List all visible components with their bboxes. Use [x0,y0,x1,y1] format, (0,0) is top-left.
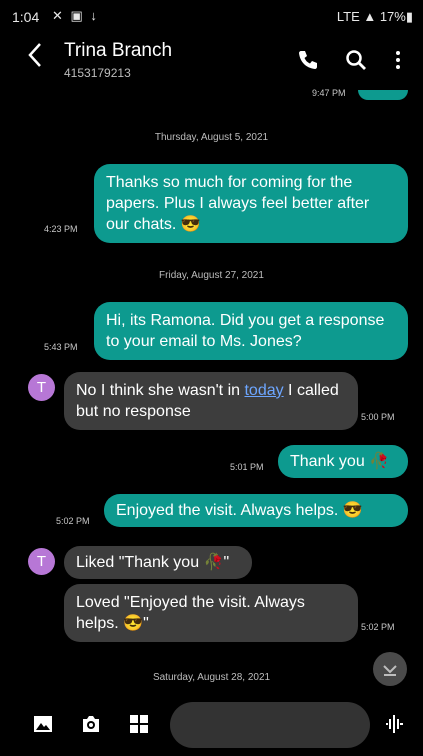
more-vertical-icon[interactable] [386,48,410,72]
search-icon[interactable] [344,48,368,72]
message-bubble-outgoing[interactable]: Hi, its Ramona. Did you get a response t… [94,302,408,360]
previous-message-bubble[interactable] [358,90,408,100]
status-bar: 1:04 ✕ ▣ ↓ LTE ▲ 17%▮ [0,0,423,32]
message-time: 5:02 PM [56,516,90,526]
message-time: 5:43 PM [44,342,78,352]
status-right: LTE ▲ 17%▮ [336,9,413,24]
message-time: 5:02 PM [361,622,395,632]
date-separator: Saturday, August 28, 2021 [152,672,271,683]
message-bubble-incoming[interactable]: No I think she wasn't in today I called … [64,372,358,430]
back-arrow-icon[interactable] [28,42,42,74]
contact-number: 4153179213 [64,66,131,80]
message-list[interactable]: 9:47 PM Thursday, August 5, 2021 4:23 PM… [0,88,423,690]
contact-name[interactable]: Trina Branch [64,40,172,62]
camera-icon[interactable] [80,713,102,735]
message-time: 9:47 PM [312,88,346,98]
phone-icon[interactable] [296,48,320,72]
date-separator: Friday, August 27, 2021 [159,270,264,281]
message-bubble-outgoing[interactable]: Thank you 🥀 [278,445,408,478]
message-text: No I think she wasn't in [76,382,245,399]
scroll-down-button[interactable] [373,652,407,686]
message-bubble-outgoing[interactable]: Thanks so much for coming for the papers… [94,164,408,243]
message-time: 5:01 PM [230,462,264,472]
composer-bar [0,690,423,756]
message-bubble-incoming[interactable]: Liked "Thank you 🥀" [64,546,252,579]
avatar[interactable]: T [28,548,55,575]
conversation-header: Trina Branch 4153179213 [0,32,423,90]
notification-icons: ✕ ▣ ↓ [52,8,99,23]
image-icon[interactable] [32,713,54,735]
voice-wave-icon[interactable] [383,713,405,735]
grid-icon[interactable] [128,713,150,735]
avatar[interactable]: T [28,374,55,401]
message-input[interactable] [170,702,370,748]
message-bubble-incoming[interactable]: Loved "Enjoyed the visit. Always helps. … [64,584,358,642]
chevron-down-icon [383,665,397,676]
message-time: 4:23 PM [44,224,78,234]
message-time: 5:00 PM [361,412,395,422]
message-bubble-outgoing[interactable]: Enjoyed the visit. Always helps. 😎 [104,494,408,527]
date-link[interactable]: today [244,382,283,399]
date-separator: Thursday, August 5, 2021 [154,132,269,143]
status-time: 1:04 [12,9,40,25]
